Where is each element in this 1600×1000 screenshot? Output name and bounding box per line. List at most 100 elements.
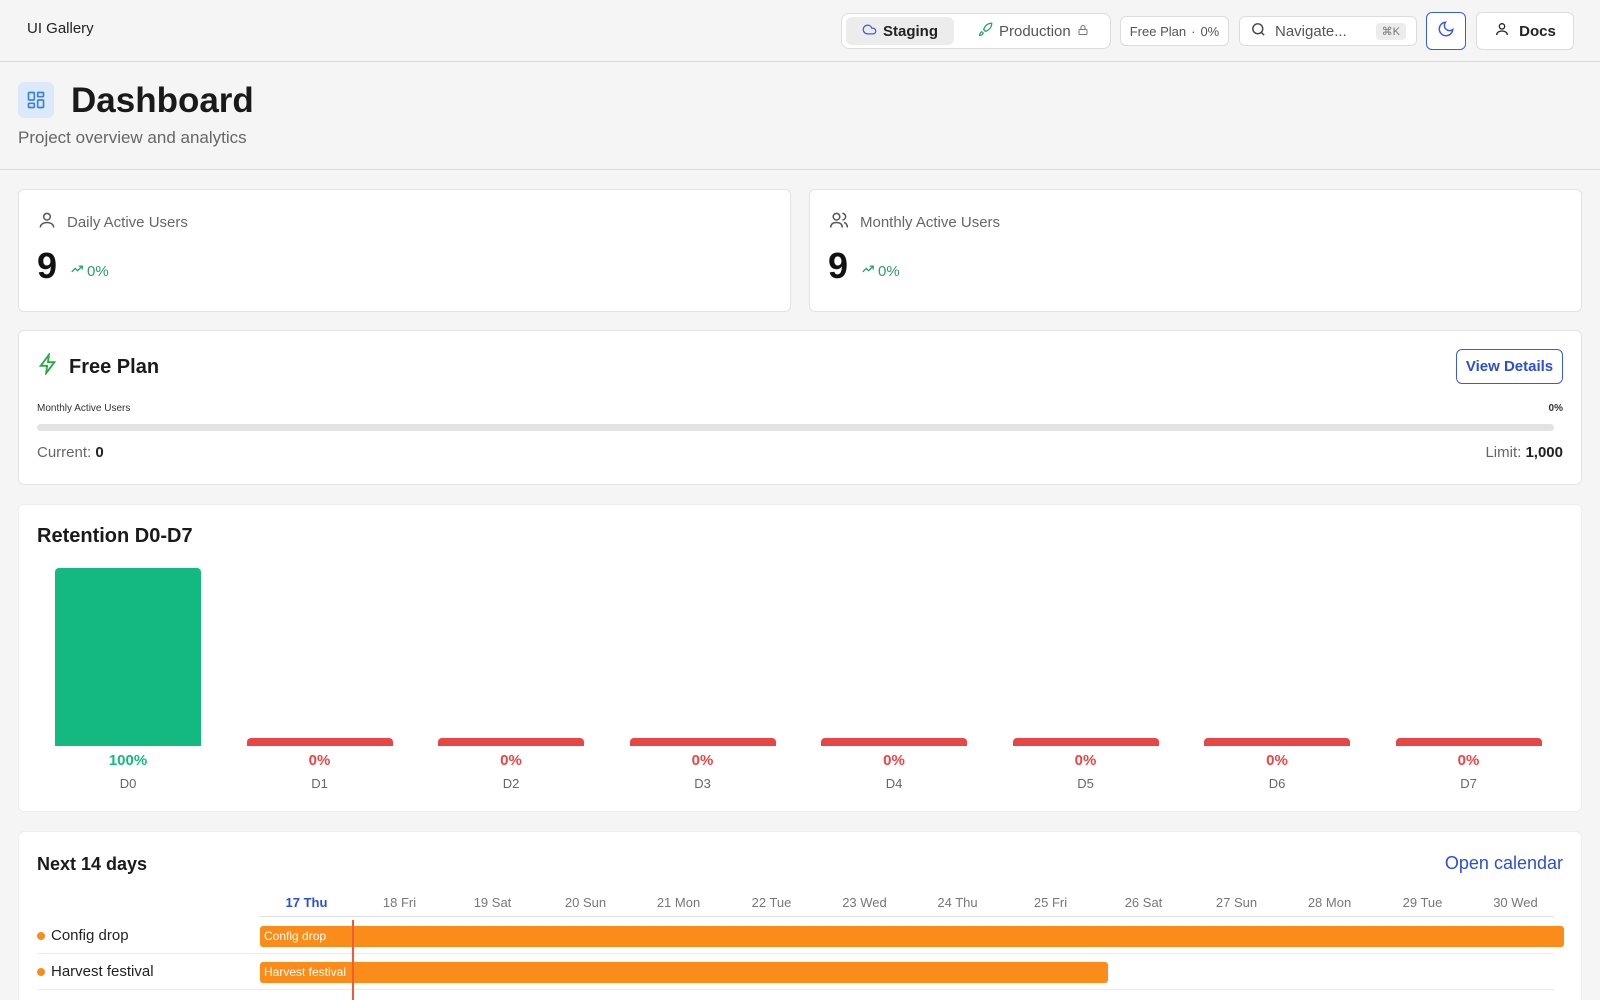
users-icon [828,210,850,234]
brand-name[interactable]: UI Gallery [27,20,94,37]
retention-value-label: 0% [308,752,331,769]
trending-up-icon [860,262,876,280]
calendar-day-header: 30 Wed [1493,895,1538,910]
plan-pill-name: Free Plan [1129,23,1187,39]
stat-trend-value: 0% [878,262,900,280]
user-icon [37,210,57,234]
current-label: Current: [37,444,92,461]
stat-trend: 0% [69,262,109,280]
limit-value: 1,000 [1525,444,1563,461]
retention-value-label: 0% [883,752,905,769]
event-bar[interactable]: Config drop [260,926,1564,947]
stat-label: Monthly Active Users [860,213,1001,231]
stat-trend-value: 0% [87,262,109,280]
calendar-event-row: Config drop Config drop [37,919,1564,954]
view-details-button[interactable]: View Details [1456,349,1563,384]
calendar-day-header: 25 Fri [1033,895,1068,910]
calendar-day-header: 17 Thu [285,895,328,910]
event-dot-icon [37,967,45,976]
calendar-card: Next 14 days Open calendar 17 Thu 18 Fri 1… [18,831,1582,1000]
retention-chart: 100% D0 0% D1 0% D2 0% D3 0% D4 0% D5 0% D6 0% D7 [19,505,1571,810]
calendar-day-header: 29 Tue [1402,895,1443,910]
calendar-event-row: Harvest festival Harvest festival [37,955,1554,990]
header-divider [0,169,1600,170]
stat-card-mau: Monthly Active Users 9 0% [809,189,1582,312]
calendar-day-header: 24 Thu [937,895,978,910]
retention-value-label: 100% [108,752,148,769]
meter-label: Monthly Active Users [37,403,131,414]
plan-title-row: Free Plan [37,351,160,381]
env-staging-label: Staging [883,22,938,40]
stat-trend: 0% [860,262,900,280]
meter-limit: Limit: 1,000 [1485,444,1563,461]
event-name[interactable]: Config drop [37,927,129,944]
calendar-title: Next 14 days [37,854,148,874]
page-subtitle: Project overview and analytics [18,128,247,147]
environment-switch: Staging Production [841,13,1111,49]
retention-category-label: D2 [502,776,520,791]
calendar-day-header: 20 Sun [564,895,607,910]
retention-bar-d4[interactable] [821,738,967,746]
search-shortcut: ⌘K [1375,22,1406,40]
stat-card-dau: Daily Active Users 9 0% [18,189,791,312]
retention-value-label: 0% [1266,752,1288,769]
event-dot-icon [37,931,45,940]
open-calendar-link[interactable]: Open calendar [1445,853,1563,874]
calendar-day-header: 23 Wed [842,895,887,910]
retention-bar-d6[interactable] [1204,738,1350,746]
calendar-day-header: 27 Sun [1215,895,1258,910]
docs-label: Docs [1519,22,1556,40]
plan-pill-separator: · [1191,23,1196,39]
current-value: 0 [95,444,104,461]
plan-pill[interactable]: Free Plan · 0% [1120,16,1229,46]
retention-category-label: D4 [885,776,903,791]
event-bar[interactable]: Harvest festival [260,962,1108,983]
plan-title: Free Plan [69,355,160,378]
event-name[interactable]: Harvest festival [37,963,154,980]
stat-value: 9 [828,245,849,286]
event-name-label: Harvest festival [51,963,154,980]
navigate-search[interactable]: Navigate... ⌘K [1239,16,1417,46]
stat-value: 9 [37,245,58,286]
meter-percent: 0% [1548,403,1563,414]
rocket-icon [978,22,993,41]
search-icon [1250,21,1267,42]
retention-bar-d3[interactable] [629,738,776,746]
docs-button[interactable]: Docs [1476,12,1574,50]
retention-bar-d1[interactable] [246,738,393,746]
env-production-label: Production [999,22,1071,40]
retention-category-label: D1 [311,776,328,791]
calendar-day-header: 22 Tue [751,895,792,910]
top-bar: UI Gallery Staging Production Free Plan … [0,0,1600,62]
retention-category-label: D7 [1460,776,1477,791]
search-placeholder: Navigate... [1275,22,1347,40]
calendar-day-header: 26 Sat [1124,895,1163,910]
usage-progress-bar [37,424,1554,431]
calendar-header-rule [259,916,1554,917]
meter-current: Current: 0 [37,444,104,461]
calendar-day-header: 28 Mon [1307,895,1352,910]
retention-bar-d0[interactable] [55,568,201,746]
stat-label: Daily Active Users [67,213,188,231]
theme-toggle-button[interactable] [1426,12,1466,50]
retention-bar-d2[interactable] [438,738,584,746]
retention-bar-d5[interactable] [1012,738,1159,746]
lightning-icon [37,351,59,381]
calendar-day-header: 18 Fri [382,895,417,910]
retention-bar-d7[interactable] [1395,738,1542,746]
plan-card: Free Plan View Details Monthly Active Us… [18,330,1582,485]
retention-value-label: 0% [500,752,522,769]
limit-label: Limit: [1485,444,1522,461]
retention-value-label: 0% [1074,752,1097,769]
retention-category-label: D3 [694,776,711,791]
calendar-day-header: 21 Mon [656,895,701,910]
dashboard-icon [18,82,54,118]
user-icon [1494,21,1510,41]
retention-card: Retention D0-D7 100% D0 0% D1 0% D2 0% D3 0% D4 0%… [18,504,1582,812]
plan-pill-percent: 0% [1200,23,1220,39]
retention-value-label: 0% [1457,752,1480,769]
env-staging-option[interactable]: Staging [846,17,954,45]
event-name-label: Config drop [51,927,129,944]
env-production-option[interactable]: Production [962,17,1102,45]
retention-category-label: D6 [1268,776,1286,791]
